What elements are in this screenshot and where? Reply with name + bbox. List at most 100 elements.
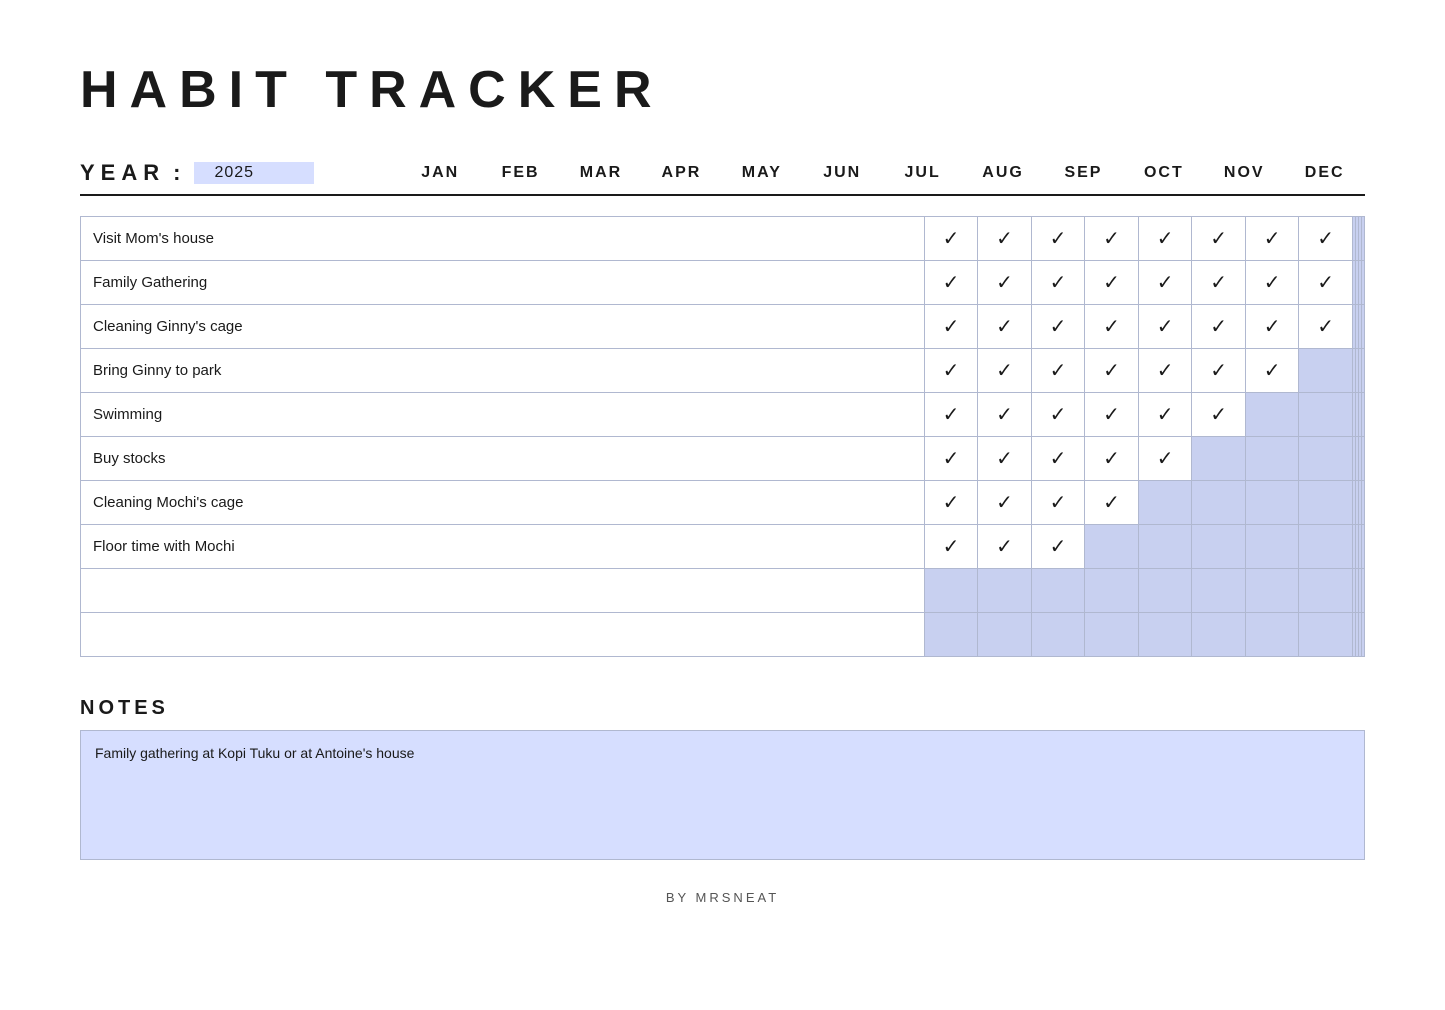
check-cell-1-6[interactable]: ✓ (1245, 261, 1299, 305)
empty-cell-4-7[interactable] (1299, 393, 1353, 437)
check-cell-1-2[interactable]: ✓ (1031, 261, 1085, 305)
check-cell-3-3[interactable]: ✓ (1085, 349, 1139, 393)
check-cell-1-5[interactable]: ✓ (1192, 261, 1246, 305)
empty-cell-8-0[interactable] (924, 569, 978, 613)
check-cell-0-1[interactable]: ✓ (978, 217, 1032, 261)
check-cell-3-2[interactable]: ✓ (1031, 349, 1085, 393)
check-cell-0-7[interactable]: ✓ (1299, 217, 1353, 261)
check-cell-2-7[interactable]: ✓ (1299, 305, 1353, 349)
empty-cell-8-4[interactable] (1138, 569, 1192, 613)
check-cell-2-2[interactable]: ✓ (1031, 305, 1085, 349)
empty-cell-9-1[interactable] (978, 613, 1032, 657)
empty-cell-7-5[interactable] (1192, 525, 1246, 569)
empty-cell-9-7[interactable] (1299, 613, 1353, 657)
check-cell-5-3[interactable]: ✓ (1085, 437, 1139, 481)
check-cell-0-3[interactable]: ✓ (1085, 217, 1139, 261)
empty-cell-8-7[interactable] (1299, 569, 1353, 613)
empty-cell-2-11[interactable] (1361, 305, 1364, 349)
check-cell-2-4[interactable]: ✓ (1138, 305, 1192, 349)
habit-name-2[interactable]: Cleaning Ginny's cage (81, 305, 925, 349)
check-cell-0-0[interactable]: ✓ (924, 217, 978, 261)
check-cell-5-0[interactable]: ✓ (924, 437, 978, 481)
habit-name-0[interactable]: Visit Mom's house (81, 217, 925, 261)
empty-cell-9-3[interactable] (1085, 613, 1139, 657)
empty-cell-5-5[interactable] (1192, 437, 1246, 481)
empty-cell-7-6[interactable] (1245, 525, 1299, 569)
empty-cell-1-11[interactable] (1361, 261, 1364, 305)
check-cell-6-0[interactable]: ✓ (924, 481, 978, 525)
check-cell-2-5[interactable]: ✓ (1192, 305, 1246, 349)
empty-cell-9-11[interactable] (1361, 613, 1364, 657)
empty-cell-9-0[interactable] (924, 613, 978, 657)
empty-cell-7-4[interactable] (1138, 525, 1192, 569)
empty-cell-8-5[interactable] (1192, 569, 1246, 613)
empty-cell-9-2[interactable] (1031, 613, 1085, 657)
check-cell-6-2[interactable]: ✓ (1031, 481, 1085, 525)
empty-cell-8-3[interactable] (1085, 569, 1139, 613)
empty-cell-8-6[interactable] (1245, 569, 1299, 613)
check-cell-4-0[interactable]: ✓ (924, 393, 978, 437)
empty-cell-6-5[interactable] (1192, 481, 1246, 525)
check-cell-4-2[interactable]: ✓ (1031, 393, 1085, 437)
habit-name-8[interactable] (81, 569, 925, 613)
habit-name-1[interactable]: Family Gathering (81, 261, 925, 305)
check-cell-4-1[interactable]: ✓ (978, 393, 1032, 437)
year-value[interactable]: 2025 (194, 162, 314, 184)
check-cell-2-1[interactable]: ✓ (978, 305, 1032, 349)
check-cell-1-0[interactable]: ✓ (924, 261, 978, 305)
check-cell-5-2[interactable]: ✓ (1031, 437, 1085, 481)
empty-cell-9-5[interactable] (1192, 613, 1246, 657)
empty-cell-8-1[interactable] (978, 569, 1032, 613)
check-cell-5-4[interactable]: ✓ (1138, 437, 1192, 481)
check-cell-0-2[interactable]: ✓ (1031, 217, 1085, 261)
check-cell-3-0[interactable]: ✓ (924, 349, 978, 393)
empty-cell-5-7[interactable] (1299, 437, 1353, 481)
empty-cell-6-4[interactable] (1138, 481, 1192, 525)
check-cell-4-4[interactable]: ✓ (1138, 393, 1192, 437)
habit-name-5[interactable]: Buy stocks (81, 437, 925, 481)
check-cell-6-1[interactable]: ✓ (978, 481, 1032, 525)
empty-cell-6-6[interactable] (1245, 481, 1299, 525)
empty-cell-3-7[interactable] (1299, 349, 1353, 393)
habit-name-6[interactable]: Cleaning Mochi's cage (81, 481, 925, 525)
empty-cell-3-11[interactable] (1361, 349, 1364, 393)
empty-cell-4-11[interactable] (1361, 393, 1364, 437)
check-cell-1-7[interactable]: ✓ (1299, 261, 1353, 305)
empty-cell-0-11[interactable] (1361, 217, 1364, 261)
check-cell-1-4[interactable]: ✓ (1138, 261, 1192, 305)
check-cell-2-6[interactable]: ✓ (1245, 305, 1299, 349)
empty-cell-6-7[interactable] (1299, 481, 1353, 525)
empty-cell-7-7[interactable] (1299, 525, 1353, 569)
empty-cell-7-11[interactable] (1361, 525, 1364, 569)
empty-cell-8-2[interactable] (1031, 569, 1085, 613)
habit-name-4[interactable]: Swimming (81, 393, 925, 437)
check-cell-3-5[interactable]: ✓ (1192, 349, 1246, 393)
check-cell-5-1[interactable]: ✓ (978, 437, 1032, 481)
habit-name-7[interactable]: Floor time with Mochi (81, 525, 925, 569)
check-cell-2-3[interactable]: ✓ (1085, 305, 1139, 349)
check-cell-4-5[interactable]: ✓ (1192, 393, 1246, 437)
check-cell-0-5[interactable]: ✓ (1192, 217, 1246, 261)
empty-cell-6-11[interactable] (1361, 481, 1364, 525)
empty-cell-5-11[interactable] (1361, 437, 1364, 481)
empty-cell-4-6[interactable] (1245, 393, 1299, 437)
check-cell-2-0[interactable]: ✓ (924, 305, 978, 349)
empty-cell-7-3[interactable] (1085, 525, 1139, 569)
empty-cell-9-6[interactable] (1245, 613, 1299, 657)
check-cell-0-4[interactable]: ✓ (1138, 217, 1192, 261)
check-cell-3-1[interactable]: ✓ (978, 349, 1032, 393)
check-cell-3-4[interactable]: ✓ (1138, 349, 1192, 393)
check-cell-3-6[interactable]: ✓ (1245, 349, 1299, 393)
check-cell-1-3[interactable]: ✓ (1085, 261, 1139, 305)
check-cell-6-3[interactable]: ✓ (1085, 481, 1139, 525)
habit-name-3[interactable]: Bring Ginny to park (81, 349, 925, 393)
empty-cell-9-4[interactable] (1138, 613, 1192, 657)
check-cell-0-6[interactable]: ✓ (1245, 217, 1299, 261)
empty-cell-5-6[interactable] (1245, 437, 1299, 481)
check-cell-1-1[interactable]: ✓ (978, 261, 1032, 305)
empty-cell-8-11[interactable] (1361, 569, 1364, 613)
notes-box[interactable]: Family gathering at Kopi Tuku or at Anto… (80, 730, 1365, 860)
habit-name-9[interactable] (81, 613, 925, 657)
check-cell-7-2[interactable]: ✓ (1031, 525, 1085, 569)
check-cell-7-0[interactable]: ✓ (924, 525, 978, 569)
